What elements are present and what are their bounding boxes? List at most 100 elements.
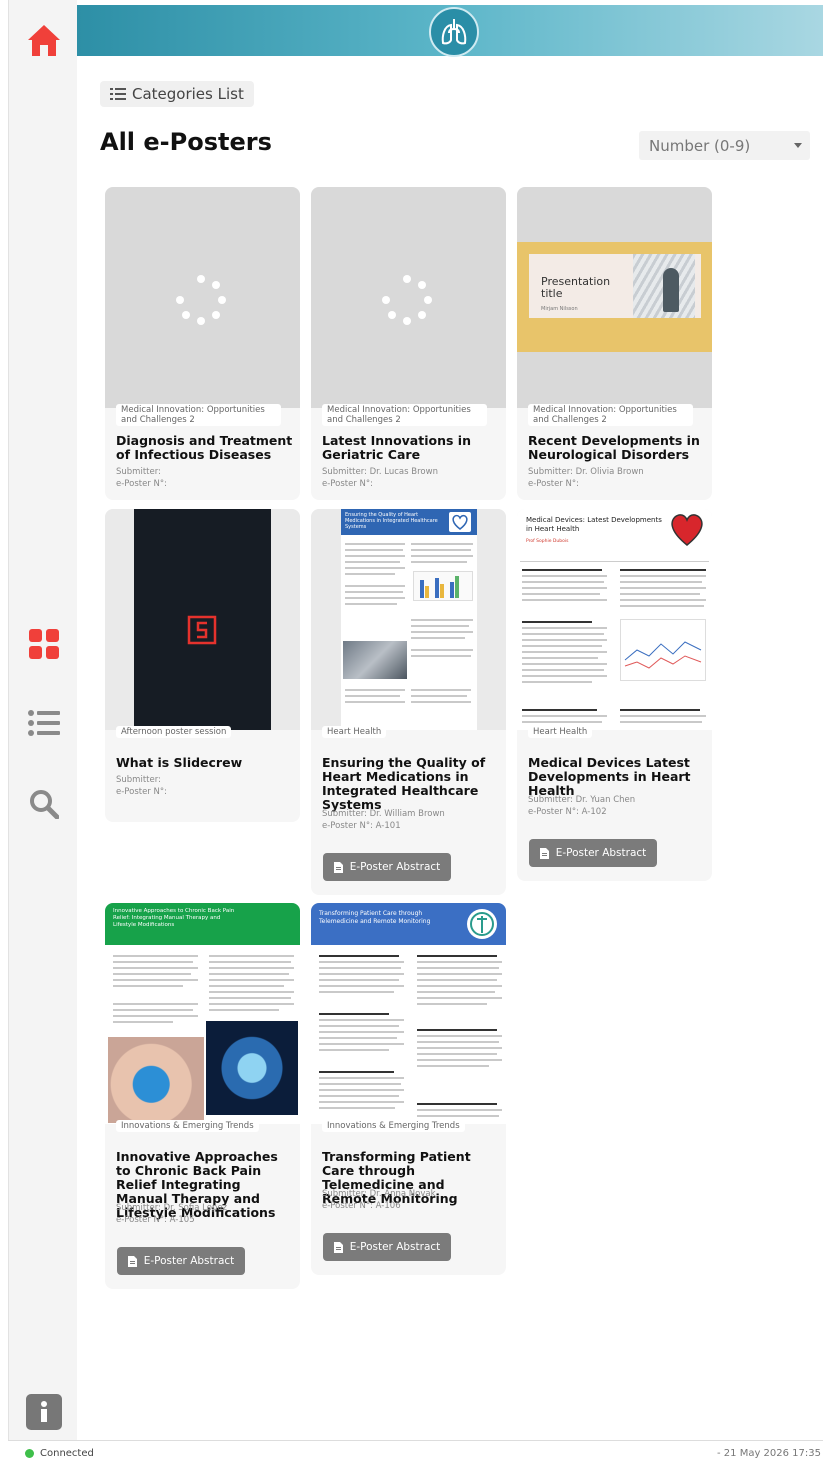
lungs-icon — [441, 19, 467, 45]
poster-bar-chart — [413, 571, 473, 601]
loading-spinner-icon — [382, 275, 432, 325]
header-banner — [77, 5, 823, 57]
categories-list-button[interactable]: Categories List — [100, 81, 254, 107]
poster-submitter: Submitter: — [116, 775, 161, 785]
e-poster-abstract-button[interactable]: E-Poster Abstract — [323, 1233, 451, 1261]
poster-thumbnail: Medical Devices: Latest Developments in … — [517, 509, 712, 730]
poster-card[interactable]: Transforming Patient Care through Teleme… — [311, 903, 506, 1275]
poster-title: Ensuring the Quality of Heart Medication… — [322, 755, 486, 812]
e-poster-abstract-button[interactable]: E-Poster Abstract — [323, 853, 451, 881]
poster-thumbnail — [311, 187, 506, 408]
poster-number: e-Poster N°: A-101 — [322, 821, 401, 831]
home-button[interactable] — [9, 16, 78, 66]
grid-icon — [28, 629, 59, 659]
poster-number: e-Poster N°: — [116, 787, 167, 797]
spine-xray-image — [206, 1021, 298, 1115]
poster-thumbnail: Ensuring the Quality of Heart Medication… — [311, 509, 506, 730]
status-bar: Connected - 21 May 2026 17:35 — [8, 1440, 823, 1465]
person-figure — [663, 268, 679, 312]
poster-header: Innovative Approaches to Chronic Back Pa… — [105, 903, 300, 945]
poster-card[interactable]: Medical Devices: Latest Developments in … — [517, 509, 712, 881]
document-icon — [539, 847, 549, 859]
lungs-logo — [429, 7, 479, 57]
e-poster-abstract-button[interactable]: E-Poster Abstract — [529, 839, 657, 867]
poster-number: e-Poster N°: A-106 — [322, 1201, 401, 1211]
list-icon — [110, 88, 126, 100]
sort-select-value: Number (0-9) — [649, 136, 751, 155]
poster-card[interactable]: Medical Innovation: Opportunities and Ch… — [105, 187, 300, 500]
poster-card[interactable]: Afternoon poster session What is Slidecr… — [105, 509, 300, 822]
poster-line-chart — [620, 619, 706, 681]
chevron-down-icon — [794, 143, 802, 148]
home-icon — [27, 25, 60, 56]
e-poster-abstract-button[interactable]: E-Poster Abstract — [117, 1247, 245, 1275]
document-icon — [333, 1241, 343, 1253]
poster-submitter: Submitter: Dr. Yuan Chen — [528, 795, 636, 805]
poster-submitter: Submitter: Dr. William Brown — [322, 809, 445, 819]
status-datetime: - 21 May 2026 17:35 — [717, 1447, 821, 1459]
slide-frame: Presentation title Mirjam Nilsson — [529, 254, 701, 318]
search-button[interactable] — [9, 779, 78, 829]
category-tag: Innovations & Emerging Trends — [322, 1120, 465, 1132]
building-photo — [633, 254, 695, 318]
poster-submitter: Submitter: Dr. Sofia Lopez — [116, 1203, 228, 1213]
poster-title: Medical Devices Latest Developments in H… — [528, 755, 691, 798]
info-button[interactable] — [9, 1387, 78, 1437]
slidecrew-poster — [134, 509, 271, 730]
category-tag: Heart Health — [528, 726, 593, 738]
category-tag: Heart Health — [322, 726, 387, 738]
poster-number: e-Poster N°: A-102 — [528, 807, 607, 817]
info-icon — [25, 1394, 62, 1430]
caduceus-logo-icon — [467, 909, 497, 939]
poster-number: e-Poster N°: A-105 — [116, 1215, 195, 1225]
category-tag: Medical Innovation: Opportunities and Ch… — [116, 404, 281, 426]
massage-photo — [108, 1037, 204, 1123]
poster-thumbnail — [105, 187, 300, 408]
poster-thumbnail: Innovative Approaches to Chronic Back Pa… — [105, 903, 300, 1124]
poster-card[interactable]: Innovative Approaches to Chronic Back Pa… — [105, 903, 300, 1289]
sort-select[interactable]: Number (0-9) — [639, 131, 810, 160]
poster-header: Medical Devices: Latest Developments in … — [526, 516, 662, 533]
poster-submitter: Submitter: Dr. Olivia Brown — [528, 467, 644, 477]
poster-thumbnail: Transforming Patient Care through Teleme… — [311, 903, 506, 1124]
e-poster-abstract-label: E-Poster Abstract — [349, 1241, 441, 1253]
slide-title: Presentation title — [541, 275, 611, 300]
poster-number: e-Poster N°: — [116, 479, 167, 489]
document-icon — [333, 861, 343, 873]
category-tag: Innovations & Emerging Trends — [116, 1120, 259, 1132]
poster-card[interactable]: Presentation title Mirjam Nilsson Medica… — [517, 187, 712, 500]
poster-number: e-Poster N°: — [322, 479, 373, 489]
poster-thumbnail — [105, 509, 300, 730]
poster-submitter: Submitter: Dr. Lucas Brown — [322, 467, 438, 477]
poster-card[interactable]: Ensuring the Quality of Heart Medication… — [311, 509, 506, 895]
heart-icon — [671, 514, 703, 546]
slide-preview: Presentation title Mirjam Nilsson — [517, 242, 712, 352]
connection-status: Connected — [40, 1447, 94, 1459]
poster-submitter: Submitter: Dr. Anna Novak — [322, 1189, 436, 1199]
poster-title: Latest Innovations in Geriatric Care — [322, 433, 471, 462]
poster-author: Prof Sophie Dubois — [526, 539, 569, 544]
e-poster-abstract-label: E-Poster Abstract — [143, 1255, 235, 1267]
categories-list-label: Categories List — [132, 85, 244, 103]
connection-status-icon — [25, 1448, 34, 1458]
poster-title: What is Slidecrew — [116, 755, 243, 770]
slidecrew-logo-icon — [187, 615, 217, 645]
document-icon — [127, 1255, 137, 1267]
list-icon — [27, 710, 60, 736]
poster-card[interactable]: Medical Innovation: Opportunities and Ch… — [311, 187, 506, 500]
category-tag: Medical Innovation: Opportunities and Ch… — [322, 404, 487, 426]
poster-number: e-Poster N°: — [528, 479, 579, 489]
poster-title: Recent Developments in Neurological Diso… — [528, 433, 700, 462]
grid-view-button[interactable] — [9, 619, 78, 669]
page-title: All e-Posters — [100, 128, 272, 156]
slide-author: Mirjam Nilsson — [541, 306, 578, 312]
heart-logo-icon — [449, 512, 471, 532]
poster-page: Ensuring the Quality of Heart Medication… — [341, 509, 477, 730]
e-poster-abstract-label: E-Poster Abstract — [555, 847, 647, 859]
loading-spinner-icon — [176, 275, 226, 325]
sidebar — [8, 0, 77, 1440]
category-tag: Afternoon poster session — [116, 726, 232, 738]
list-view-button[interactable] — [9, 698, 78, 748]
e-poster-abstract-label: E-Poster Abstract — [349, 861, 441, 873]
poster-title: Diagnosis and Treatment of Infectious Di… — [116, 433, 293, 462]
